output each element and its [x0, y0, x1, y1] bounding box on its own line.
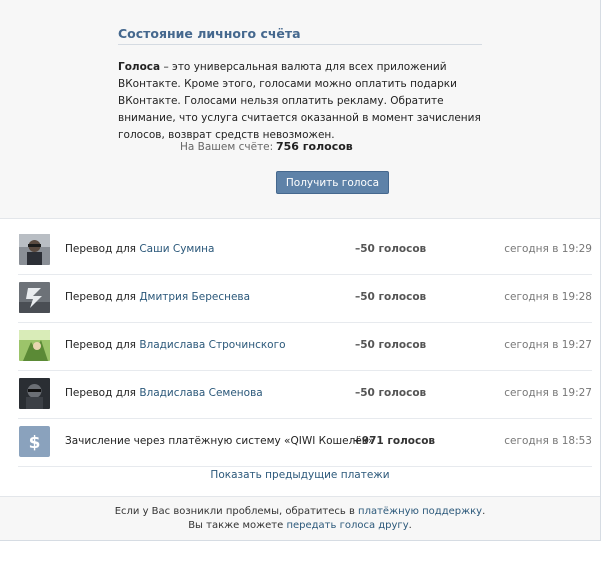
payment-description: Зачисление через платёжную систему «QIWI…	[65, 435, 375, 447]
footer-text: .	[482, 506, 486, 517]
footer-text: Вы также можете	[188, 520, 287, 531]
payments-page: Состояние личного счёта Голоса – это уни…	[0, 0, 601, 541]
payment-time: сегодня в 19:27	[504, 387, 592, 399]
footer: Если у Вас возникли проблемы, обратитесь…	[0, 496, 600, 540]
payment-time: сегодня в 19:27	[504, 339, 592, 351]
payment-support-link[interactable]: платёжную поддержку	[358, 506, 482, 517]
page-title: Состояние личного счёта	[118, 26, 301, 41]
payment-time: сегодня в 19:28	[504, 291, 592, 303]
recipient-link[interactable]: Владислава Семенова	[139, 387, 262, 399]
dollar-icon: $	[19, 426, 50, 457]
payment-description: Перевод для Саши Сумина	[65, 243, 214, 255]
footer-text: .	[408, 520, 412, 531]
recipient-link[interactable]: Владислава Строчинского	[139, 339, 285, 351]
payment-amount: +971 голосов	[353, 435, 436, 447]
payment-description: Перевод для Владислава Семенова	[65, 387, 263, 399]
payment-description: Перевод для Владислава Строчинского	[65, 339, 286, 351]
show-previous-payments-link[interactable]: Показать предыдущие платежи	[0, 469, 600, 481]
transfer-votes-link[interactable]: передать голоса другу	[286, 520, 408, 531]
payment-row: Перевод для Саши Сумина –50 голосов сего…	[18, 227, 592, 275]
balance-label: На Вашем счёте:	[180, 141, 274, 153]
votes-description-text: – это универсальная валюта для всех прил…	[118, 61, 481, 141]
user-avatar[interactable]	[19, 330, 50, 361]
footer-support-line: Если у Вас возникли проблемы, обратитесь…	[0, 505, 600, 519]
footer-transfer-line: Вы также можете передать голоса другу.	[0, 519, 600, 533]
payment-amount: –50 голосов	[355, 243, 427, 255]
payment-row: Перевод для Владислава Строчинского –50 …	[18, 323, 592, 371]
payment-type: Перевод для	[65, 291, 140, 303]
payment-row: Перевод для Дмитрия Береснева –50 голосо…	[18, 275, 592, 323]
payment-amount: –50 голосов	[355, 291, 427, 303]
payment-amount: –50 голосов	[355, 339, 427, 351]
account-status-panel: Состояние личного счёта Голоса – это уни…	[0, 0, 600, 219]
user-avatar[interactable]	[19, 234, 50, 265]
payments-list: Перевод для Саши Сумина –50 голосов сего…	[18, 227, 592, 467]
payment-row: Перевод для Владислава Семенова –50 голо…	[18, 371, 592, 419]
recipient-link[interactable]: Саши Сумина	[139, 243, 214, 255]
payment-type: Перевод для	[65, 339, 140, 351]
payment-type: Перевод для	[65, 387, 140, 399]
payment-description: Перевод для Дмитрия Береснева	[65, 291, 250, 303]
payment-time: сегодня в 19:29	[504, 243, 592, 255]
votes-description: Голоса – это универсальная валюта для вс…	[118, 59, 486, 144]
svg-text:$: $	[29, 433, 41, 453]
votes-term: Голоса	[118, 61, 161, 73]
get-votes-button[interactable]: Получить голоса	[276, 171, 389, 194]
user-avatar[interactable]	[19, 282, 50, 313]
footer-text: Если у Вас возникли проблемы, обратитесь…	[114, 506, 359, 517]
recipient-link[interactable]: Дмитрия Береснева	[139, 291, 250, 303]
user-avatar[interactable]	[19, 378, 50, 409]
payment-type: Перевод для	[65, 243, 140, 255]
balance-value: 756 голосов	[276, 140, 353, 153]
payment-row: $ Зачисление через платёжную систему «QI…	[18, 419, 592, 467]
payment-amount: –50 голосов	[355, 387, 427, 399]
payment-time: сегодня в 18:53	[504, 435, 592, 447]
title-divider	[118, 44, 482, 45]
